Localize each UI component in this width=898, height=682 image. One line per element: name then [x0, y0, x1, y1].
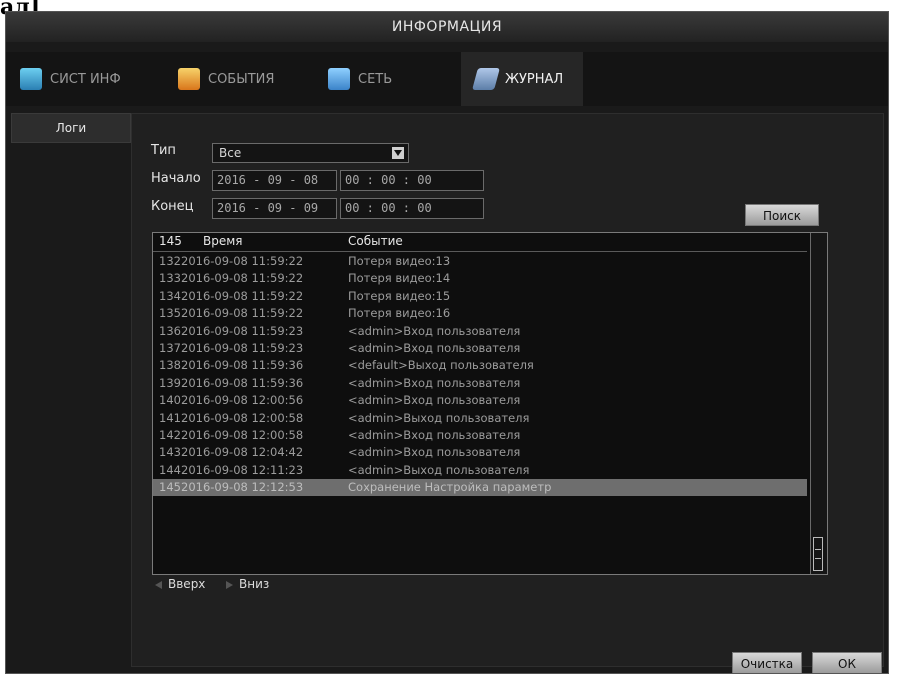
row-time: 2016-09-08 11:59:23: [181, 323, 304, 338]
end-label: Конец: [151, 199, 194, 214]
table-row[interactable]: 144 2016-09-08 12:11:23 <admin>Выход польз…: [153, 462, 807, 479]
row-number: 141: [159, 410, 181, 425]
table-row[interactable]: 142 2016-09-08 12:00:58 <admin>Вход пользо…: [153, 427, 807, 444]
row-event: <admin>Вход пользователя: [348, 445, 521, 460]
log-table: 145 Время Событие 132 2016-09-08 11:59:22…: [152, 232, 828, 575]
row-number: 135: [159, 306, 181, 321]
row-time: 2016-09-08 12:11:23: [181, 462, 304, 477]
row-time: 2016-09-08 11:59:22: [181, 288, 304, 303]
row-time: 2016-09-08 12:04:42: [181, 445, 304, 460]
end-time-field[interactable]: 00 : 00 : 00: [340, 198, 484, 219]
table-row[interactable]: 138 2016-09-08 11:59:36 <default>Выход пол…: [153, 357, 807, 374]
journal-icon: [472, 68, 500, 90]
tab-network[interactable]: СЕТЬ: [328, 52, 392, 106]
start-label: Начало: [151, 171, 201, 186]
row-event: <default>Выход пользователя: [348, 358, 534, 373]
row-number: 139: [159, 375, 181, 390]
type-label: Тип: [151, 143, 176, 158]
row-number: 144: [159, 462, 181, 477]
row-event: <admin>Выход пользователя: [348, 410, 530, 425]
row-time: 2016-09-08 11:59:23: [181, 341, 304, 355]
row-time: 2016-09-08 11:59:36: [181, 375, 304, 390]
row-number: 133: [159, 271, 181, 286]
row-number: 138: [159, 358, 181, 373]
row-event: Потеря видео:16: [348, 306, 451, 321]
network-icon: [328, 68, 350, 90]
table-row[interactable]: 132 2016-09-08 11:59:22 Потеря видео:13: [153, 253, 807, 270]
row-event: Потеря видео:14: [348, 271, 451, 286]
row-event: <admin>Вход пользователя: [348, 323, 521, 338]
row-time: 2016-09-08 12:00:58: [181, 428, 304, 442]
type-select[interactable]: Все: [212, 143, 409, 163]
row-time: 2016-09-08 11:59:22: [181, 271, 304, 286]
scrollbar-thumb[interactable]: [813, 537, 823, 571]
ok-button[interactable]: ОК: [812, 652, 882, 673]
page-up-label: Вверх: [168, 577, 206, 591]
row-number: 134: [159, 288, 181, 303]
start-time-field[interactable]: 00 : 00 : 00: [340, 170, 484, 191]
table-row[interactable]: 134 2016-09-08 11:59:22 Потеря видео:15: [153, 288, 807, 305]
table-row[interactable]: 135 2016-09-08 11:59:22 Потеря видео:16: [153, 305, 807, 322]
search-button[interactable]: Поиск: [745, 204, 819, 226]
table-row[interactable]: 145 2016-09-08 12:12:53 Сохранение Настрой…: [153, 479, 807, 497]
table-row[interactable]: 143 2016-09-08 12:04:42 <admin>Вход пользо…: [153, 444, 807, 461]
row-number: 137: [159, 341, 181, 355]
log-table-header: 145 Время Событие: [153, 233, 807, 252]
clear-button[interactable]: Очистка: [732, 652, 802, 673]
row-time: 2016-09-08 11:59:22: [181, 254, 304, 268]
record-count: 145: [159, 234, 182, 248]
page-up-button[interactable]: Вверх: [155, 577, 205, 591]
table-row[interactable]: 137 2016-09-08 11:59:23 <admin>Вход пользо…: [153, 340, 807, 357]
events-folder-icon: [178, 68, 200, 90]
row-event: Потеря видео:15: [348, 288, 451, 303]
row-event: <admin>Вход пользователя: [348, 393, 521, 408]
row-time: 2016-09-08 12:00:56: [181, 393, 304, 408]
type-select-value: Все: [219, 146, 242, 160]
row-number: 145: [159, 480, 181, 495]
row-number: 132: [159, 254, 181, 268]
table-row[interactable]: 133 2016-09-08 11:59:22 Потеря видео:14: [153, 270, 807, 287]
row-event: <admin>Выход пользователя: [348, 462, 530, 477]
row-number: 136: [159, 323, 181, 338]
table-row[interactable]: 140 2016-09-08 12:00:56 <admin>Вход пользо…: [153, 392, 807, 409]
row-event: <admin>Вход пользователя: [348, 375, 521, 390]
tab-bar: СИСТ ИНФ СОБЫТИЯ СЕТЬ ЖУРНАЛ: [6, 52, 888, 106]
row-event: Потеря видео:13: [348, 254, 451, 268]
start-date-field[interactable]: 2016 - 09 - 08: [212, 170, 337, 191]
table-row[interactable]: 136 2016-09-08 11:59:23 <admin>Вход пользо…: [153, 323, 807, 340]
sidebar-item-logs[interactable]: Логи: [11, 113, 131, 143]
tab-journal[interactable]: ЖУРНАЛ: [461, 52, 584, 106]
row-event: Сохранение Настройка параметр: [348, 480, 552, 495]
page-down-button[interactable]: Вниз: [226, 577, 269, 591]
info-window: ИНФОРМАЦИЯ СИСТ ИНФ СОБЫТИЯ СЕТЬ ЖУРНАЛ …: [5, 11, 889, 674]
row-event: <admin>Вход пользователя: [348, 428, 521, 442]
tab-label: СИСТ ИНФ: [50, 71, 121, 87]
window-title: ИНФОРМАЦИЯ: [6, 12, 888, 42]
tab-label: ЖУРНАЛ: [505, 71, 564, 87]
row-number: 142: [159, 428, 181, 442]
row-time: 2016-09-08 12:00:58: [181, 410, 304, 425]
tab-label: СЕТЬ: [358, 71, 393, 87]
dropdown-arrow-icon: [392, 147, 404, 159]
arrow-left-icon: [155, 580, 162, 589]
row-time: 2016-09-08 11:59:36: [181, 358, 304, 373]
column-header-event: Событие: [348, 234, 403, 248]
row-number: 143: [159, 445, 181, 460]
tab-label: СОБЫТИЯ: [208, 71, 275, 87]
arrow-right-icon: [226, 580, 233, 589]
row-time: 2016-09-08 11:59:22: [181, 306, 304, 321]
row-event: <admin>Вход пользователя: [348, 341, 521, 355]
row-number: 140: [159, 393, 181, 408]
end-date-field[interactable]: 2016 - 09 - 09: [212, 198, 337, 219]
row-time: 2016-09-08 12:12:53: [181, 480, 304, 495]
scrollbar[interactable]: [810, 233, 827, 574]
page-down-label: Вниз: [239, 577, 270, 591]
tab-system-info[interactable]: СИСТ ИНФ: [20, 52, 121, 106]
monitor-icon: [20, 68, 42, 90]
column-header-time: Время: [203, 234, 243, 248]
tab-events[interactable]: СОБЫТИЯ: [178, 52, 274, 106]
table-row[interactable]: 141 2016-09-08 12:00:58 <admin>Выход польз…: [153, 410, 807, 427]
table-row[interactable]: 139 2016-09-08 11:59:36 <admin>Вход пользо…: [153, 375, 807, 392]
